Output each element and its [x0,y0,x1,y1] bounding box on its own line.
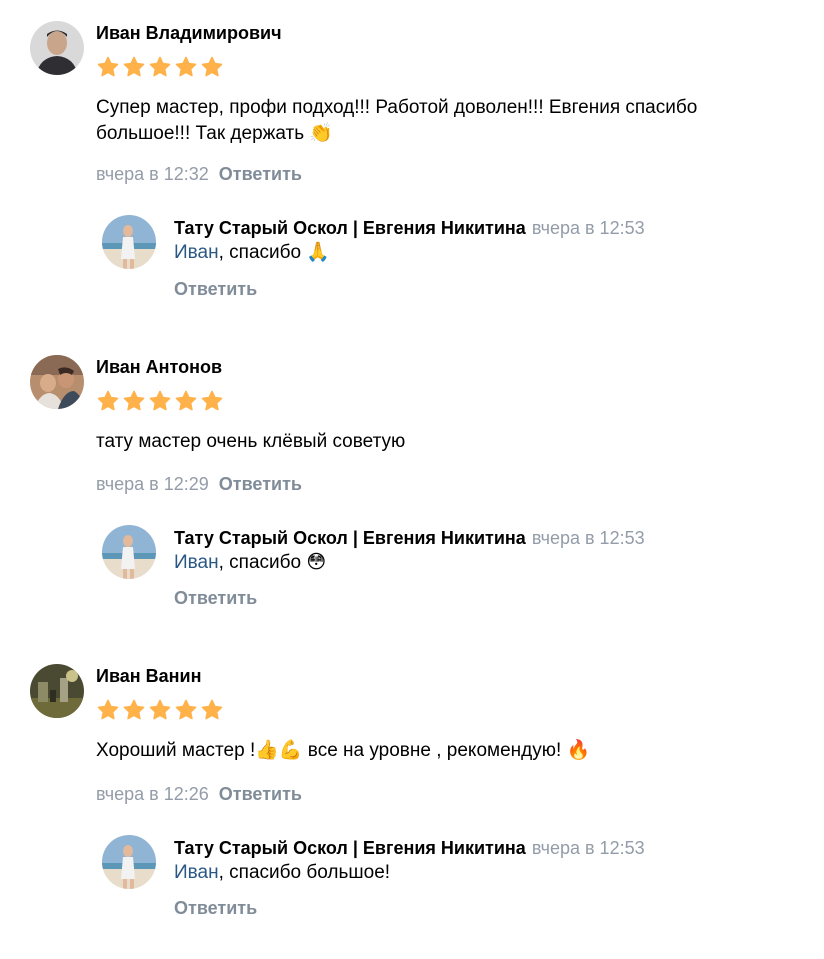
reply-header: Тату Старый Оскол | Евгения Никитина вчер… [174,837,645,859]
reply-author[interactable]: Тату Старый Оскол | Евгения Никитина [174,528,526,548]
avatar[interactable] [30,664,84,718]
user-photo-icon [30,664,84,718]
reply-button[interactable]: Ответить [174,278,257,300]
star-icon [149,390,171,411]
star-icon [97,699,119,720]
star-icon [123,390,145,411]
reply-avatar[interactable] [102,525,156,579]
star-icon [201,699,223,720]
mention-link[interactable]: Иван [174,552,219,573]
reply-button[interactable]: Ответить [219,474,302,494]
star-icon [201,390,223,411]
rating-stars [96,55,224,79]
reply-date[interactable]: вчера в 12:53 [532,838,645,858]
reply-message: , спасибо 🙏 [218,242,331,263]
star-icon [201,56,223,77]
mention-link[interactable]: Иван [174,242,219,263]
reply-text: Иван, спасибо 🙏 [174,241,330,265]
review-meta: вчера в 12:32 Ответить [96,163,302,185]
review-author[interactable]: Иван Владимирович [96,22,282,44]
star-icon [175,699,197,720]
reply-text: Иван, спасибо 😳 [174,551,326,575]
star-icon [97,56,119,77]
star-icon [97,390,119,411]
reply-text: Иван, спасибо большое! [174,861,390,885]
reply-date[interactable]: вчера в 12:53 [532,528,645,548]
review-date[interactable]: вчера в 12:29 [96,474,209,494]
review-author[interactable]: Иван Ванин [96,665,201,687]
review-text: Хороший мастер !👍💪 все на уровне , реком… [96,740,591,761]
star-icon [123,699,145,720]
review-text: тату мастер очень клёвый советую [96,431,406,452]
reply-button[interactable]: Ответить [219,784,302,804]
reply-button[interactable]: Ответить [174,897,257,919]
reply-avatar[interactable] [102,835,156,889]
review-date[interactable]: вчера в 12:26 [96,784,209,804]
reply-message: , спасибо большое! [218,862,391,883]
avatar[interactable] [30,21,84,75]
star-icon [149,56,171,77]
reply-button[interactable]: Ответить [219,164,302,184]
star-icon [175,56,197,77]
rating-stars [96,389,224,413]
user-photo-icon [30,21,84,75]
reply-author[interactable]: Тату Старый Оскол | Евгения Никитина [174,218,526,238]
reply-header: Тату Старый Оскол | Евгения Никитина вчер… [174,217,645,239]
mention-link[interactable]: Иван [174,862,219,883]
reply-message: , спасибо 😳 [218,552,327,573]
star-icon [175,390,197,411]
review-meta: вчера в 12:29 Ответить [96,473,302,495]
page-photo-icon [102,525,156,579]
page-photo-icon [102,215,156,269]
user-photo-icon [30,355,84,409]
page-photo-icon [102,835,156,889]
reply-header: Тату Старый Оскол | Евгения Никитина вчер… [174,527,645,549]
reply-date[interactable]: вчера в 12:53 [532,218,645,238]
review-date[interactable]: вчера в 12:32 [96,164,209,184]
reply-avatar[interactable] [102,215,156,269]
star-icon [123,56,145,77]
reply-author[interactable]: Тату Старый Оскол | Евгения Никитина [174,838,526,858]
avatar[interactable] [30,355,84,409]
review-meta: вчера в 12:26 Ответить [96,783,302,805]
star-icon [149,699,171,720]
review-author[interactable]: Иван Антонов [96,356,222,378]
reply-button[interactable]: Ответить [174,587,257,609]
review-text: Супер мастер, профи подход!!! Работой до… [96,97,698,144]
rating-stars [96,698,224,722]
